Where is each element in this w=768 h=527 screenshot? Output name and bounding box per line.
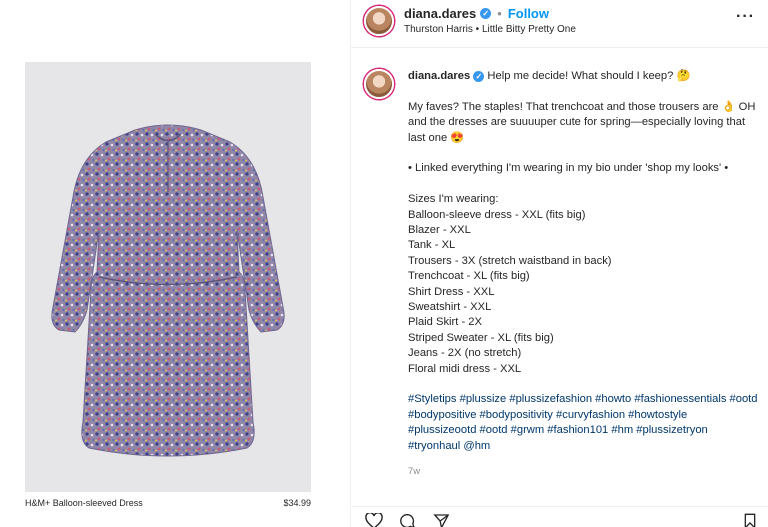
size-line: Floral midi dress - XXL <box>408 362 522 375</box>
size-line: Trenchcoat - XL (fits big) <box>408 270 530 283</box>
author-username[interactable]: diana.dares <box>404 6 476 21</box>
more-dots-icon[interactable]: ··· <box>736 8 755 26</box>
size-line: Plaid Skirt - 2X <box>408 316 482 329</box>
size-line: Balloon-sleeve dress - XXL (fits big) <box>408 208 586 221</box>
post-caption: diana.dares ✓ Help me decide! What shoul… <box>408 69 758 454</box>
size-line: Tank - XL <box>408 239 456 252</box>
bookmark-icon[interactable] <box>743 513 757 527</box>
caption-avatar[interactable] <box>364 69 394 99</box>
size-line: Jeans - 2X (no stretch) <box>408 347 522 360</box>
product-price: $34.99 <box>283 498 311 508</box>
caption-paragraph: My faves? The staples! That trenchcoat a… <box>408 100 756 144</box>
audio-track[interactable]: Thurston Harris • Little Bitty Pretty On… <box>404 24 576 35</box>
caption-line1: Help me decide! What should I keep? 🤔 <box>487 70 691 82</box>
product-photo[interactable] <box>25 62 311 492</box>
action-bar <box>351 506 768 527</box>
sizes-title: Sizes I'm wearing: <box>408 193 499 206</box>
size-line: Shirt Dress - XXL <box>408 285 495 298</box>
size-line: Blazer - XXL <box>408 224 471 237</box>
instagram-post-modal: H&M+ Balloon-sleeved Dress $34.99 diana.… <box>0 0 768 527</box>
size-line: Striped Sweater - XL (fits big) <box>408 331 554 344</box>
separator-dot: • <box>497 6 502 21</box>
comment-icon[interactable] <box>399 513 416 527</box>
post-details-pane: diana.dares ✓ • Follow Thurston Harris •… <box>350 0 768 527</box>
floral-dress-illustration <box>51 124 285 457</box>
product-name[interactable]: H&M+ Balloon-sleeved Dress <box>25 498 143 508</box>
post-timestamp[interactable]: 7w <box>408 466 420 477</box>
size-line: Trousers - 3X (stretch waistband in back… <box>408 254 612 267</box>
follow-button[interactable]: Follow <box>508 6 549 21</box>
verified-badge-icon: ✓ <box>473 71 485 82</box>
caption-username[interactable]: diana.dares <box>408 70 470 82</box>
post-header: diana.dares ✓ • Follow Thurston Harris •… <box>351 0 768 48</box>
heart-icon[interactable] <box>365 512 383 527</box>
share-icon[interactable] <box>433 513 450 527</box>
product-tag-bar[interactable]: H&M+ Balloon-sleeved Dress $34.99 <box>25 498 311 508</box>
avatar[interactable] <box>364 6 394 36</box>
size-line: Sweatshirt - XXL <box>408 301 492 314</box>
post-media-pane: H&M+ Balloon-sleeved Dress $34.99 <box>0 0 350 527</box>
author-row: diana.dares ✓ • Follow <box>404 6 549 21</box>
verified-badge-icon: ✓ <box>480 8 492 19</box>
caption-paragraph: • Linked everything I'm wearing in my bi… <box>408 162 729 175</box>
hashtags[interactable]: #Styletips #plussize #plussizefashion #h… <box>408 392 758 454</box>
